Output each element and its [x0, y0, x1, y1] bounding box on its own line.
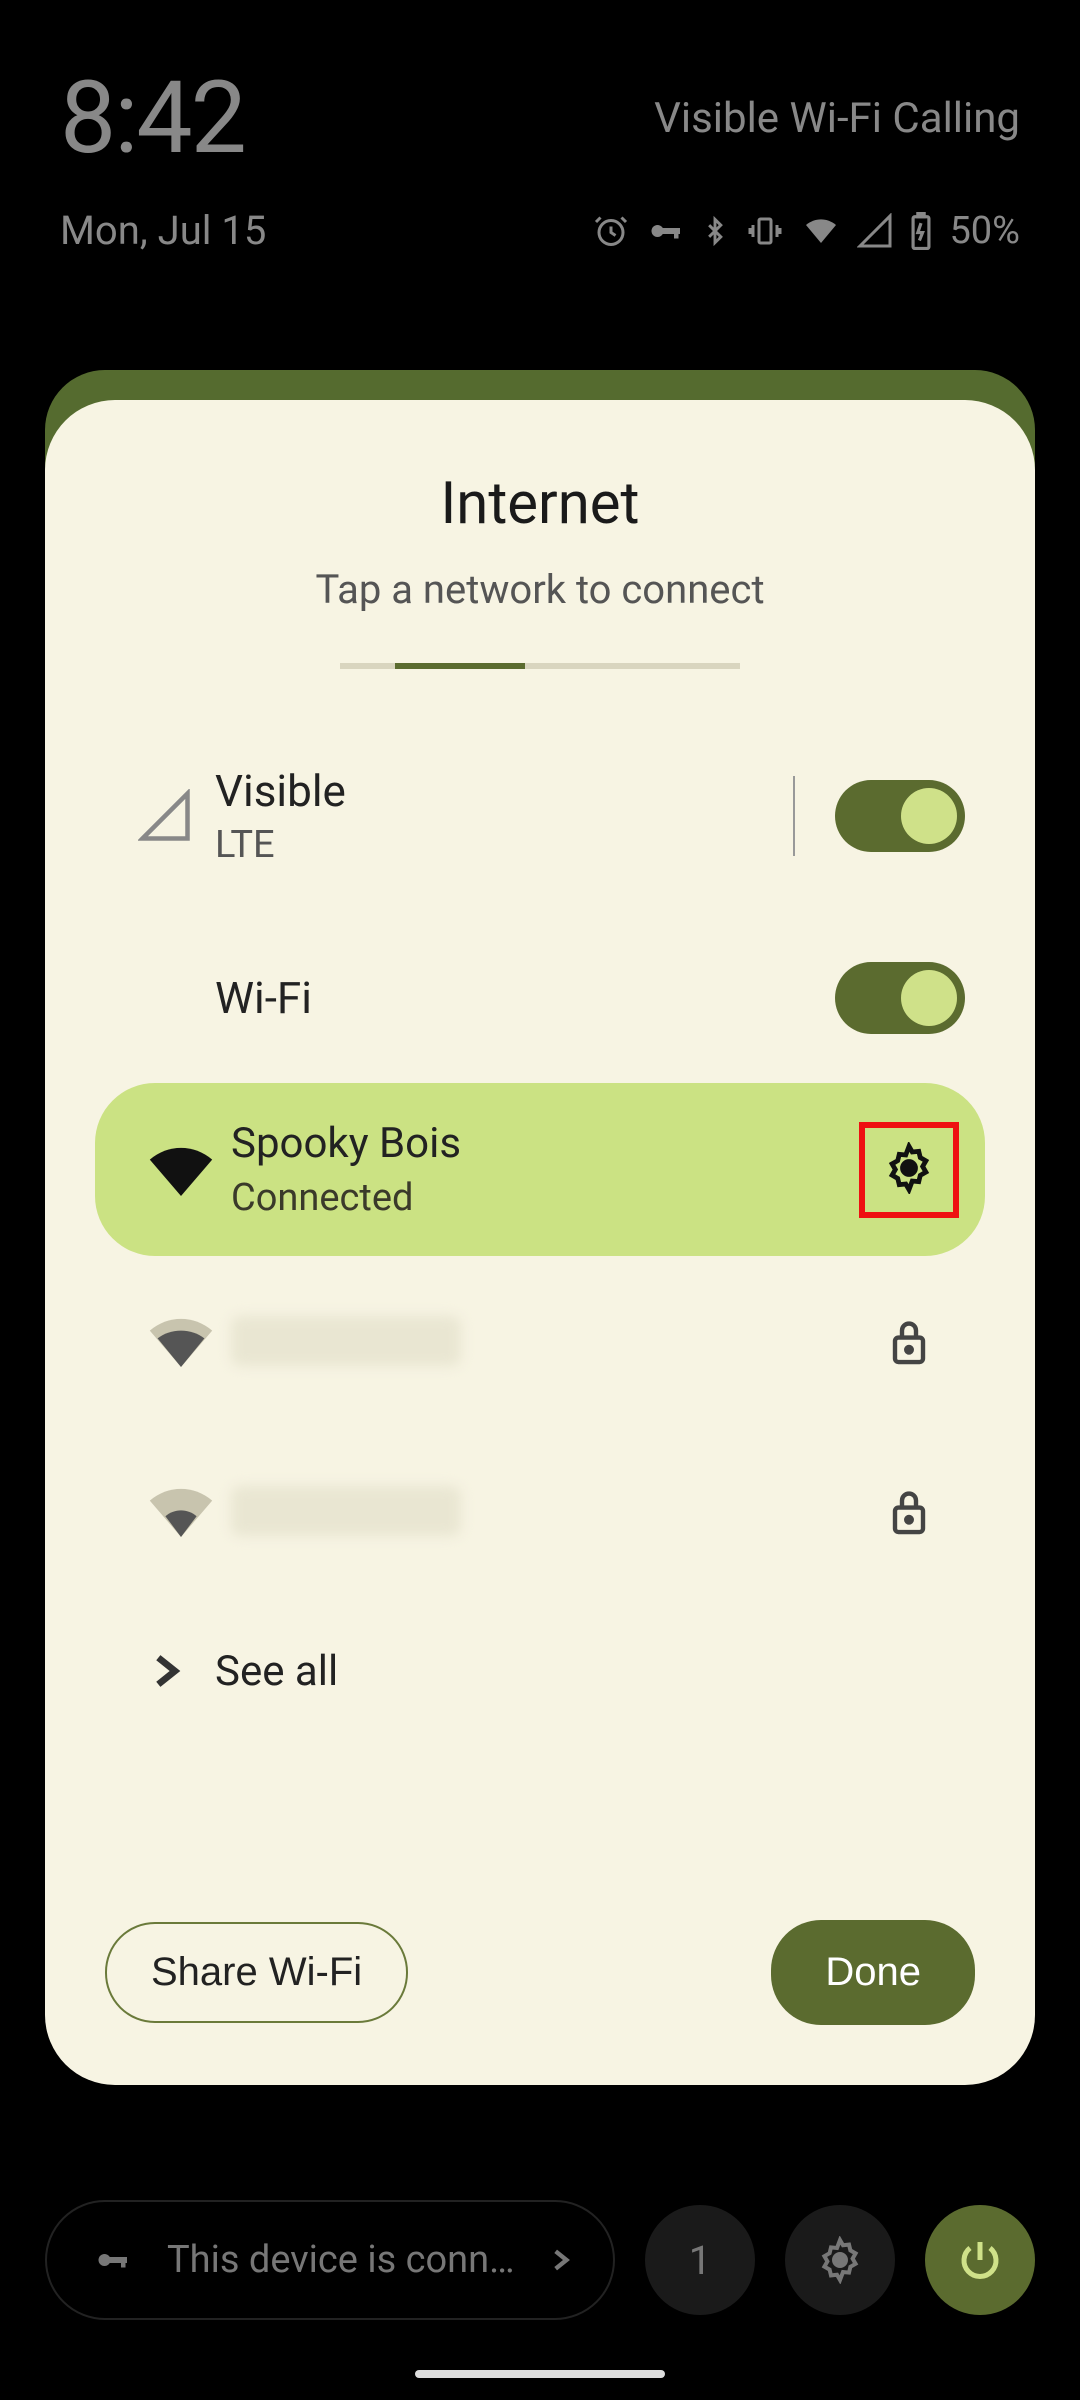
battery-icon — [909, 212, 933, 250]
cell-signal-icon — [138, 789, 192, 843]
qs-footer: This device is conn… 1 — [45, 2200, 1035, 2320]
vpn-status-text: This device is conn… — [167, 2238, 517, 2282]
panel-subtitle: Tap a network to connect — [95, 566, 985, 613]
wifi-signal-icon — [149, 1315, 213, 1367]
gear-icon — [816, 2236, 864, 2284]
chevron-right-icon — [145, 1646, 185, 1696]
vpn-status-pill[interactable]: This device is conn… — [45, 2200, 615, 2320]
nav-handle[interactable] — [415, 2370, 665, 2378]
qs-page-indicator[interactable]: 1 — [645, 2205, 755, 2315]
divider — [793, 776, 795, 856]
share-wifi-button[interactable]: Share Wi-Fi — [105, 1922, 408, 2023]
panel-title: Internet — [95, 470, 985, 538]
wifi-label: Wi-Fi — [215, 972, 835, 1024]
clock: 8:42 — [60, 60, 245, 177]
qs-power-button[interactable] — [925, 2205, 1035, 2315]
gear-icon[interactable] — [883, 1142, 935, 1194]
status-icons: 50% — [593, 209, 1020, 253]
see-all-label: See all — [215, 1647, 338, 1696]
wifi-network-item[interactable] — [95, 1426, 985, 1596]
wifi-status-icon — [801, 213, 841, 249]
network-name: Spooky Bois — [231, 1119, 869, 1168]
done-button[interactable]: Done — [771, 1920, 975, 2025]
qs-settings-button[interactable] — [785, 2205, 895, 2315]
date: Mon, Jul 15 — [60, 207, 266, 254]
cell-signal-icon — [857, 213, 893, 249]
bluetooth-icon — [701, 213, 729, 249]
wifi-signal-icon — [149, 1485, 213, 1537]
network-type: LTE — [215, 823, 753, 867]
lock-icon — [888, 1486, 930, 1536]
lock-icon — [888, 1316, 930, 1366]
internet-panel: Internet Tap a network to connect Visibl… — [45, 400, 1035, 2085]
carrier-name: Visible — [215, 765, 753, 817]
lockscreen-status: 8:42 Visible Wi-Fi Calling Mon, Jul 15 5… — [0, 0, 1080, 254]
vpn-key-icon — [645, 213, 685, 249]
wifi-full-icon — [149, 1144, 213, 1196]
battery-percent: 50% — [949, 209, 1020, 253]
network-name-redacted — [231, 1486, 461, 1536]
vpn-key-icon — [87, 2242, 137, 2278]
network-status: Connected — [231, 1176, 869, 1220]
alarm-icon — [593, 213, 629, 249]
mobile-network-row[interactable]: Visible LTE — [95, 739, 985, 893]
wifi-toggle[interactable] — [835, 962, 965, 1034]
network-name-redacted — [231, 1316, 461, 1366]
wifi-master-row: Wi-Fi — [95, 933, 985, 1063]
wifi-network-item[interactable] — [95, 1256, 985, 1426]
page-number: 1 — [689, 2237, 711, 2284]
vibrate-icon — [745, 213, 785, 249]
mobile-data-toggle[interactable] — [835, 780, 965, 852]
chevron-right-icon — [547, 2242, 573, 2278]
power-icon — [956, 2236, 1004, 2284]
see-all-row[interactable]: See all — [95, 1616, 985, 1726]
wifi-calling-label: Visible Wi-Fi Calling — [654, 94, 1020, 143]
highlight-frame — [859, 1122, 959, 1218]
panel-footer: Share Wi-Fi Done — [95, 1900, 985, 2035]
progress-indicator — [340, 663, 740, 669]
wifi-network-connected[interactable]: Spooky Bois Connected — [95, 1083, 985, 1256]
